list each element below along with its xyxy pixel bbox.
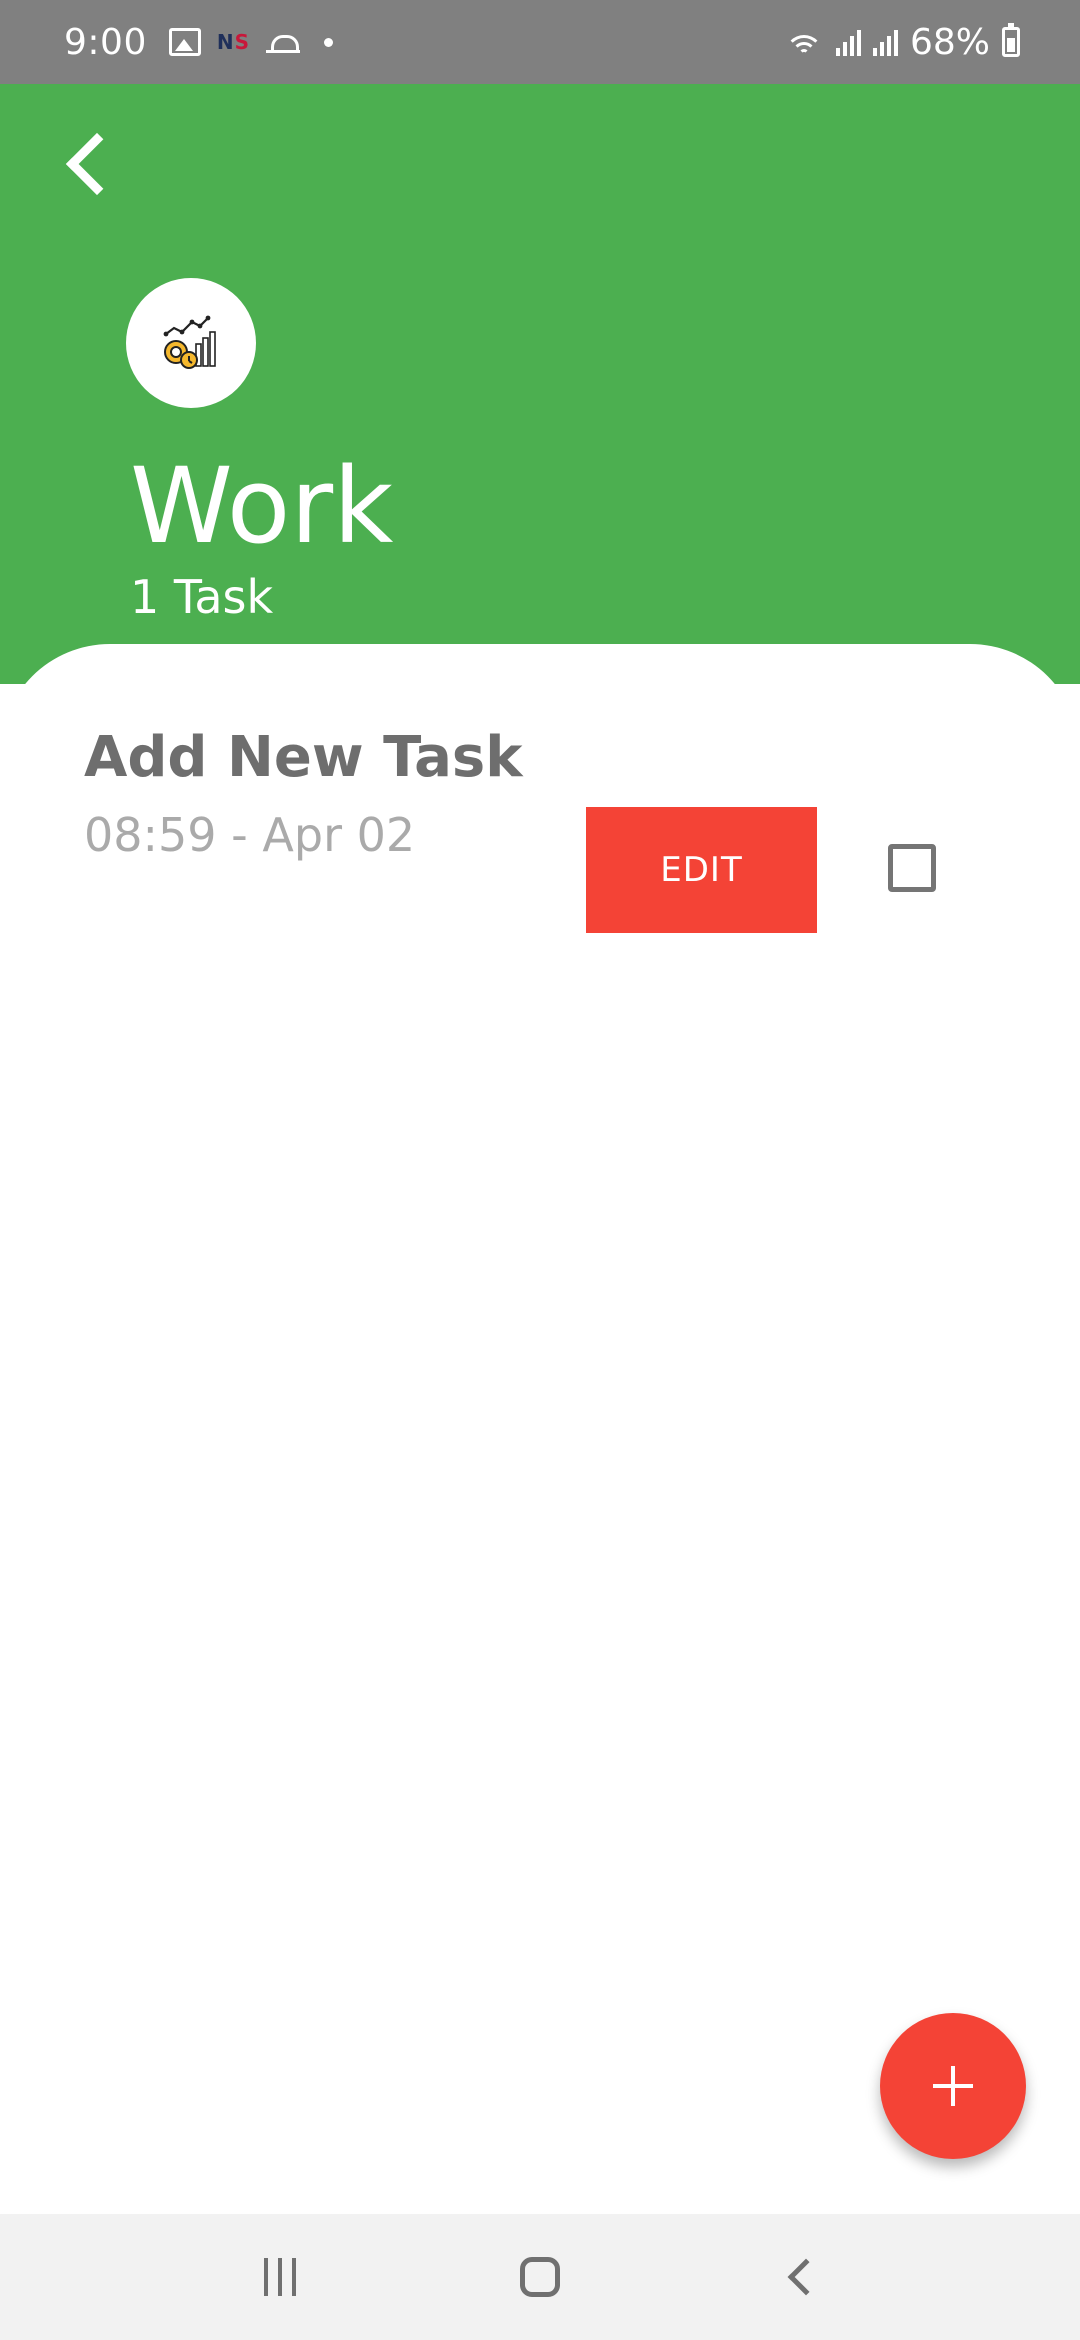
task-list: Add New Task 08:59 - Apr 02 EDIT <box>0 644 1080 2214</box>
recents-icon <box>264 2258 296 2296</box>
work-gears-chart-icon <box>163 315 216 369</box>
category-title: Work <box>130 445 394 567</box>
add-task-button[interactable] <box>880 2013 1026 2159</box>
wifi-icon <box>784 27 824 57</box>
gallery-icon <box>168 28 201 56</box>
signal-icon <box>835 28 861 56</box>
battery-icon <box>1002 23 1020 57</box>
more-notifications-dot-icon <box>324 37 333 47</box>
task-datetime: 08:59 - Apr 02 <box>84 808 416 862</box>
recents-button[interactable] <box>220 2227 340 2327</box>
back-button[interactable] <box>48 124 129 204</box>
edit-task-button[interactable]: EDIT <box>586 807 817 933</box>
task-complete-checkbox[interactable] <box>888 844 936 892</box>
status-time: 9:00 <box>64 21 147 63</box>
home-icon <box>520 2257 560 2297</box>
chevron-left-icon <box>65 132 129 196</box>
task-title: Add New Task <box>84 725 523 790</box>
battery-percent: 68% <box>909 21 990 63</box>
chevron-left-icon <box>787 2258 825 2296</box>
category-header: Work 1 Task <box>0 84 1080 684</box>
category-avatar <box>126 278 256 408</box>
system-nav-bar <box>0 2214 1080 2340</box>
signal-icon-2 <box>872 28 898 56</box>
home-button[interactable] <box>480 2227 600 2327</box>
ns-app-icon: NS <box>216 30 250 54</box>
task-row[interactable]: Add New Task 08:59 - Apr 02 EDIT <box>0 644 1080 944</box>
system-back-button[interactable] <box>740 2227 860 2327</box>
system-icons: 68% <box>784 22 1020 63</box>
status-bar: 9:00 NS 68% <box>0 0 1080 84</box>
weather-icon <box>266 29 300 55</box>
notification-icons: NS <box>168 28 333 56</box>
plus-icon <box>933 2066 973 2106</box>
task-count: 1 Task <box>130 570 274 624</box>
